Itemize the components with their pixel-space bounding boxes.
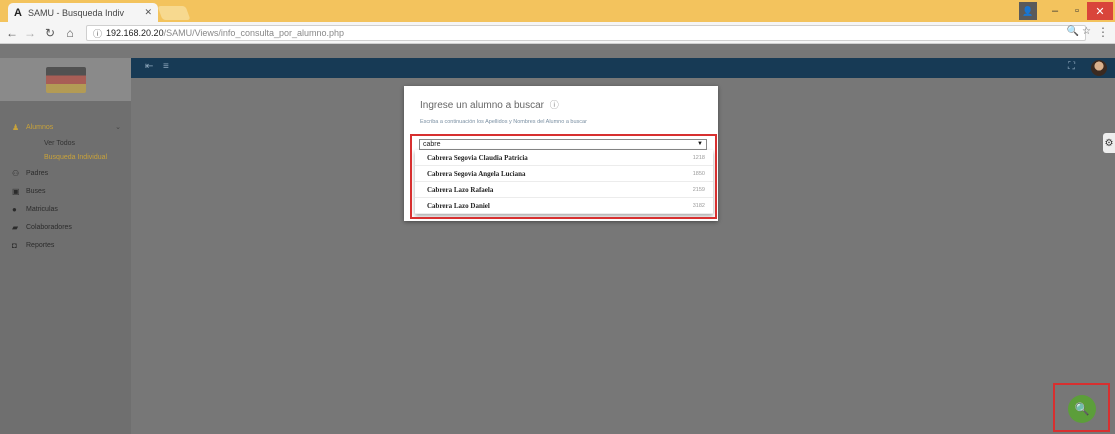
address-bar: ← → ↻ ⌂ ⓘ 192.168.20.20 /SAMU/Views/info…: [0, 22, 1115, 44]
sidebar-item-label: Matriculas: [26, 205, 58, 213]
sidebar: ♟ Alumnos ⌄ Ver Todos Busqueda Individua…: [0, 58, 131, 434]
new-tab-button[interactable]: [157, 6, 191, 20]
sidebar-item-matriculas[interactable]: ● Matriculas: [0, 200, 131, 218]
help-icon[interactable]: ⓘ: [550, 100, 559, 110]
chevron-down-icon: ⌄: [115, 124, 121, 131]
forward-arrow-icon[interactable]: →: [22, 25, 38, 41]
back-arrow-icon[interactable]: ←: [4, 25, 20, 41]
url-path: /SAMU/Views/info_consulta_por_alumno.php: [163, 28, 345, 38]
person-icon: ♟: [12, 122, 20, 132]
sidebar-nav: ♟ Alumnos ⌄ Ver Todos Busqueda Individua…: [0, 118, 131, 254]
sidebar-item-buses[interactable]: ▣ Buses: [0, 182, 131, 200]
collapse-sidebar-icon[interactable]: ⇤: [145, 61, 153, 72]
fullscreen-icon[interactable]: ⛶: [1068, 61, 1075, 72]
minimize-icon[interactable]: –: [1045, 2, 1065, 20]
sidebar-item-label: Padres: [26, 169, 49, 177]
sidebar-subitem-busqueda-individual[interactable]: Busqueda Individual: [0, 150, 131, 164]
sidebar-item-label: Reportes: [26, 241, 55, 249]
sidebar-item-label: Buses: [26, 187, 46, 195]
sidebar-item-reportes[interactable]: ◘ Reportes: [0, 236, 131, 254]
sidebar-subitem-ver-todos[interactable]: Ver Todos: [0, 136, 131, 150]
app-topbar: ⇤ ≡ ⛶: [131, 58, 1115, 78]
people-icon: ⚇: [12, 168, 20, 178]
circle-icon: ●: [12, 204, 17, 214]
sidebar-item-colaboradores[interactable]: ▰ Colaboradores: [0, 218, 131, 236]
browser-tab-bar: A SAMU - Busqueda Indiv ✕ 👤 – ▫ ✕: [0, 0, 1115, 22]
close-tab-icon[interactable]: ✕: [144, 7, 152, 18]
user-profile-icon[interactable]: 👤: [1019, 2, 1037, 20]
logo-area: [0, 58, 131, 101]
report-icon: ◘: [12, 240, 17, 250]
home-icon[interactable]: ⌂: [62, 25, 78, 41]
info-icon: ⓘ: [93, 28, 103, 39]
bus-icon: ▣: [12, 186, 20, 196]
reload-icon[interactable]: ↻: [42, 25, 58, 41]
browser-tab[interactable]: A SAMU - Busqueda Indiv ✕: [8, 3, 158, 22]
logo: [45, 66, 86, 93]
sidebar-item-padres[interactable]: ⚇ Padres: [0, 164, 131, 182]
url-input[interactable]: ⓘ 192.168.20.20 /SAMU/Views/info_consult…: [86, 25, 1086, 41]
browser-menu-icon[interactable]: ⋮: [1097, 25, 1109, 39]
menu-icon[interactable]: ≡: [163, 61, 169, 72]
url-host: 192.168.20.20: [106, 28, 164, 38]
modal-hint: Escriba a continuación los Apellidos y N…: [420, 119, 587, 125]
highlight-box-results: [410, 134, 717, 219]
maximize-icon[interactable]: ▫: [1067, 2, 1087, 20]
bookmark-star-icon[interactable]: 🔍 ☆: [1067, 26, 1091, 37]
close-window-icon[interactable]: ✕: [1087, 2, 1113, 20]
briefcase-icon: ▰: [12, 222, 19, 232]
highlight-box-fab: [1053, 383, 1110, 432]
avatar[interactable]: [1091, 60, 1107, 76]
sidebar-item-label: Alumnos: [26, 123, 54, 131]
tab-title: SAMU - Busqueda Indiv: [27, 7, 124, 18]
modal-title-text: Ingrese un alumno a buscar: [420, 100, 544, 111]
favicon-icon: A: [14, 6, 22, 19]
modal-title: Ingrese un alumno a buscar ⓘ: [420, 98, 559, 111]
settings-gear-icon[interactable]: ⚙: [1103, 133, 1115, 153]
sidebar-item-alumnos[interactable]: ♟ Alumnos ⌄: [0, 118, 131, 136]
sidebar-item-label: Colaboradores: [26, 223, 72, 231]
